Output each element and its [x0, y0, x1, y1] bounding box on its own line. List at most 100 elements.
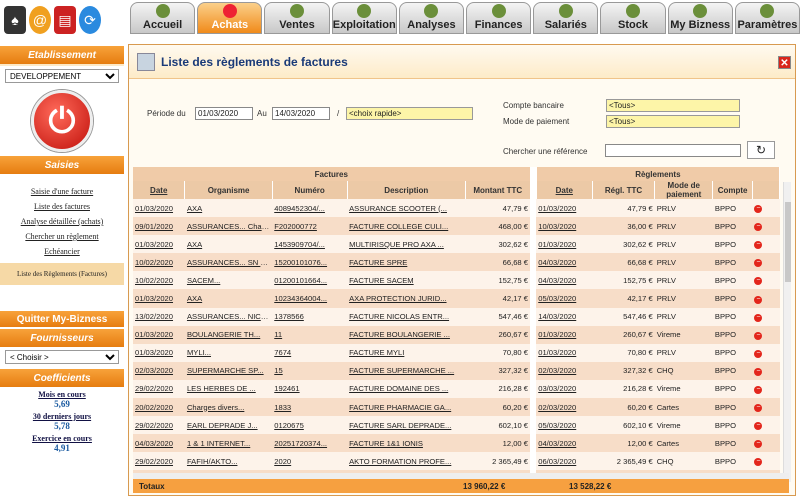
sidebar-link-4[interactable]: Echéancier [0, 244, 124, 259]
cell-link[interactable]: 192461 [274, 384, 299, 393]
cell-link[interactable]: FACTURE MYLI [349, 348, 404, 357]
cell-link[interactable]: 20/02/2020 [135, 403, 173, 412]
cell-link[interactable]: FACTURE PHARMACIE GA... [349, 403, 451, 412]
cell-link[interactable]: 01/03/2020 [135, 348, 173, 357]
table-row[interactable]: 01/03/2020 AXA 1453909704/... MULTIRISQUE P… [133, 235, 780, 254]
table-row[interactable]: 04/03/2020 1 & 1 INTERNET... 20251720374..… [133, 434, 780, 453]
sidebar-link-3[interactable]: Chercher un règlement [0, 229, 124, 244]
cell-link[interactable]: AXA [187, 240, 202, 249]
col-mode[interactable]: Mode de paiement [654, 181, 714, 199]
cell-link[interactable]: 04/03/2020 [135, 439, 173, 448]
col-montant[interactable]: Montant TTC [465, 181, 531, 199]
col-reg-date[interactable]: Date [536, 181, 593, 199]
tab-1[interactable]: Achats [197, 2, 263, 34]
coef-link[interactable]: Exercice en cours [0, 434, 124, 443]
cell-link[interactable]: 11 [274, 330, 282, 339]
cell-link[interactable]: 13/02/2020 [135, 312, 173, 321]
printer-icon[interactable]: ▤ [54, 6, 76, 34]
cell-link[interactable]: ASSURANCES... NICOLAS ENTRET... [187, 312, 272, 321]
table-row[interactable]: 13/02/2020 ASSURANCES... NICOLAS ENTRET..… [133, 307, 780, 326]
delete-icon[interactable]: − [754, 223, 763, 232]
cell-link[interactable]: 1833 [274, 403, 291, 412]
cell-link[interactable]: FACTURE COLLEGE CULI... [349, 222, 448, 231]
delete-icon[interactable]: − [754, 367, 763, 376]
delete-icon[interactable]: − [754, 205, 763, 214]
cell-link[interactable]: FACTURE 1&1 IONIS [349, 439, 423, 448]
tab-9[interactable]: Paramètres [734, 2, 800, 34]
cell-link[interactable]: Charges divers... [187, 403, 244, 412]
col-numero[interactable]: Numéro [272, 181, 348, 199]
col-regl[interactable]: Régl. TTC [592, 181, 656, 199]
cell-link[interactable]: 0120675 [274, 421, 304, 430]
cell-link[interactable]: 01/03/2020 [135, 330, 173, 339]
cell-link[interactable]: 29/02/2020 [135, 421, 173, 430]
refresh-icon[interactable]: ↻ [747, 141, 775, 159]
table-row[interactable]: 20/02/2020 Charges divers... 1833 FACTURE P… [133, 398, 780, 417]
cell-link[interactable]: 1378566 [274, 312, 304, 321]
table-row[interactable]: 01/03/2020 AXA 10234364004... AXA PROTECTIO… [133, 289, 780, 308]
cell-link[interactable]: 05/03/2020 [538, 294, 576, 303]
cell-link[interactable]: MYLI... [187, 348, 211, 357]
cell-link[interactable]: 2020 [274, 457, 291, 466]
cell-link[interactable]: 02/03/2020 [538, 366, 576, 375]
table-row[interactable]: 01/03/2020 MYLI... 7674 FACTURE MYLI 70,80 €… [133, 343, 780, 362]
cell-link[interactable]: 01/03/2020 [135, 204, 173, 213]
cell-link[interactable]: 10/03/2020 [538, 222, 576, 231]
sidebar-item-liste-reglements[interactable]: Liste des Règlements (Factures) [0, 263, 124, 285]
table-row[interactable]: 29/02/2020 FAFIH/AKTO... 2020 AKTO FORMATIO… [133, 452, 780, 471]
cell-link[interactable]: 09/01/2020 [135, 222, 173, 231]
refresh-arrows-icon[interactable]: ⟳ [79, 6, 101, 34]
power-icon[interactable]: ⏻ [31, 90, 93, 152]
doc-tuxedo-icon[interactable]: ♠ [4, 6, 26, 34]
cell-link[interactable]: LES HERBES DE ... [187, 384, 256, 393]
delete-icon[interactable]: − [754, 385, 763, 394]
cell-link[interactable]: FACTURE SACEM [349, 276, 414, 285]
delete-icon[interactable]: − [754, 422, 763, 431]
cell-link[interactable]: FACTURE NICOLAS ENTR... [349, 312, 449, 321]
col-organisme[interactable]: Organisme [184, 181, 273, 199]
delete-icon[interactable]: − [754, 259, 763, 268]
vertical-scrollbar[interactable] [783, 182, 791, 482]
delete-icon[interactable]: − [754, 241, 763, 250]
tab-5[interactable]: Finances [466, 2, 532, 34]
cell-link[interactable]: FACTURE BOULANGERIE ... [349, 330, 450, 339]
cell-link[interactable]: 20251720374... [274, 439, 327, 448]
table-row[interactable]: 10/02/2020 SACEM... 01200101664... FACTURE … [133, 271, 780, 290]
delete-icon[interactable]: − [754, 313, 763, 322]
cell-link[interactable]: 04/03/2020 [538, 258, 576, 267]
cell-link[interactable]: 29/02/2020 [135, 384, 173, 393]
tab-2[interactable]: Ventes [264, 2, 330, 34]
cell-link[interactable]: 02/03/2020 [135, 366, 173, 375]
table-row[interactable]: 10/02/2020 ASSURANCES... SN ROUGER...1520… [133, 253, 780, 272]
sidebar-link-1[interactable]: Liste des factures [0, 199, 124, 214]
quit-button[interactable]: Quitter My-Bizness [0, 311, 124, 327]
cell-link[interactable]: 01/03/2020 [135, 294, 173, 303]
cell-link[interactable]: FAFIH/AKTO... [187, 457, 238, 466]
table-row[interactable]: 01/03/2020 AXA 4089452304/... ASSURANCE SCO… [133, 199, 780, 218]
delete-icon[interactable]: − [754, 331, 763, 340]
cell-link[interactable]: 05/03/2020 [538, 421, 576, 430]
table-row[interactable]: 09/01/2020 ASSURANCES... Charges divers..… [133, 217, 780, 236]
tab-4[interactable]: Analyses [398, 2, 465, 34]
cell-link[interactable]: AKTO FORMATION PROFE... [349, 457, 451, 466]
delete-icon[interactable]: − [754, 295, 763, 304]
cell-link[interactable]: 01/03/2020 [538, 240, 576, 249]
cell-link[interactable]: 01/03/2020 [538, 348, 576, 357]
etablissement-select[interactable]: DEVELOPPEMENT [5, 69, 119, 83]
mode-select[interactable]: <Tous> [606, 115, 740, 128]
cell-link[interactable]: MULTIRISQUE PRO AXA ... [349, 240, 444, 249]
at-icon[interactable]: @ [29, 6, 51, 34]
compte-select[interactable]: <Tous> [606, 99, 740, 112]
date-to-input[interactable]: 14/03/2020 [272, 107, 330, 120]
cell-link[interactable]: 4089452304/... [274, 204, 325, 213]
cell-link[interactable]: 01/03/2020 [538, 204, 576, 213]
sidebar-link-0[interactable]: Saisie d'une facture [0, 184, 124, 199]
cell-link[interactable]: 03/03/2020 [538, 384, 576, 393]
cell-link[interactable]: ASSURANCES... Charges divers... [187, 222, 272, 231]
table-row[interactable]: 01/03/2020 BOULANGERIE TH... 11 FACTURE BOU… [133, 325, 780, 344]
cell-link[interactable]: 04/03/2020 [538, 439, 576, 448]
cell-link[interactable]: 15200101076... [274, 258, 327, 267]
cell-link[interactable]: SACEM... [187, 276, 220, 285]
choix-rapide-select[interactable]: <choix rapide> [346, 107, 473, 120]
cell-link[interactable]: SUPERMARCHE SP... [187, 366, 264, 375]
